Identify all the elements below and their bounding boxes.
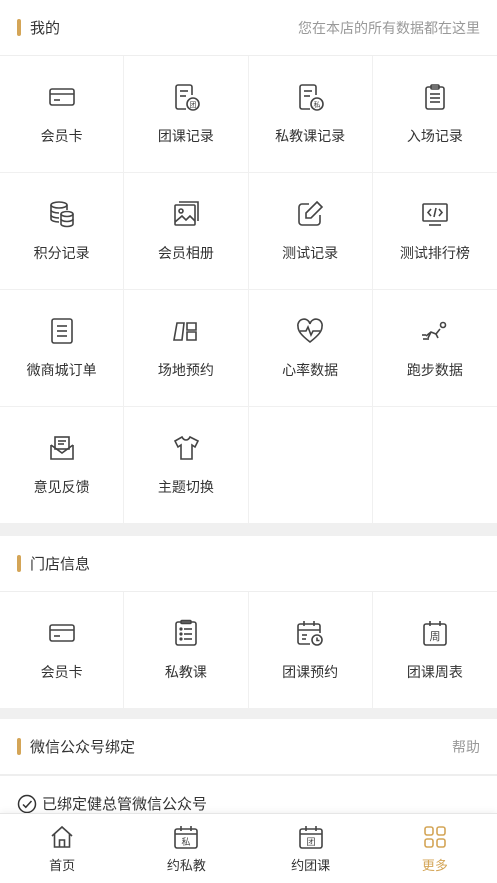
grid-item-label: 会员卡 xyxy=(40,665,83,681)
grid-item-test-record[interactable]: 测试记录 xyxy=(248,173,373,290)
grid-item-theme-switch[interactable]: 主题切换 xyxy=(124,407,249,524)
grid-item-label: 积分记录 xyxy=(33,246,90,262)
code-screen-icon xyxy=(422,203,448,226)
grid-icon xyxy=(424,825,446,848)
grid-item-label: 会员卡 xyxy=(40,129,83,145)
grid-item-label: 团课预约 xyxy=(282,665,339,681)
icon-glyph: 团 xyxy=(306,837,315,848)
accent-bar xyxy=(17,19,21,36)
grid-item-running-data[interactable]: 跑步数据 xyxy=(372,290,497,407)
grid-item-label: 团课记录 xyxy=(157,129,214,145)
grid-item-mall-order[interactable]: 微商城订单 xyxy=(0,290,125,407)
store-header: 门店信息 xyxy=(0,536,497,592)
card-icon xyxy=(48,624,75,642)
grid-item-member-album[interactable]: 会员相册 xyxy=(124,173,249,290)
store-title: 门店信息 xyxy=(17,553,90,574)
icon-glyph: 私 xyxy=(314,100,321,109)
grid-item-private-class[interactable]: 私教课 xyxy=(124,592,249,709)
wechat-bind-status: 已绑定健总管微信公众号 xyxy=(0,775,497,813)
section-divider xyxy=(0,709,497,719)
mine-title: 我的 xyxy=(17,17,60,38)
grid-item-label: 心率数据 xyxy=(282,363,339,379)
mine-title-text: 我的 xyxy=(30,19,61,37)
private-class-record-icon: 私 xyxy=(299,84,324,111)
tab-label: 约私教 xyxy=(166,858,206,874)
grid-item-store-member-card[interactable]: 会员卡 xyxy=(0,592,125,709)
grid-item-label: 跑步数据 xyxy=(406,363,463,379)
tab-group[interactable]: 团 约团课 xyxy=(249,814,373,883)
calendar-clock-icon xyxy=(297,621,323,646)
store-title-text: 门店信息 xyxy=(30,555,91,573)
mine-note: 您在本店的所有数据都在这里 xyxy=(298,20,480,37)
heart-rate-icon xyxy=(297,318,324,344)
home-icon xyxy=(51,825,73,848)
tab-more[interactable]: 更多 xyxy=(373,814,497,883)
order-document-icon xyxy=(50,318,73,344)
private-calendar-icon: 私 xyxy=(174,825,199,849)
feedback-mail-icon xyxy=(49,436,74,460)
tshirt-icon xyxy=(173,435,199,460)
grid-item-label: 私教课 xyxy=(164,665,207,681)
coins-icon xyxy=(49,201,74,228)
icon-glyph: 团 xyxy=(189,101,196,109)
empty-cell xyxy=(248,407,373,524)
accent-bar xyxy=(17,738,21,755)
wechat-header: 微信公众号绑定 帮助 xyxy=(0,719,497,775)
card-icon xyxy=(48,88,75,106)
grid-item-label: 测试排行榜 xyxy=(399,246,470,262)
grid-item-test-leaderboard[interactable]: 测试排行榜 xyxy=(372,173,497,290)
mine-section: 我的 您在本店的所有数据都在这里 会员卡 团 团课记录 私 私教课记录 入场记录… xyxy=(0,0,497,524)
tab-home[interactable]: 首页 xyxy=(0,814,124,883)
weekly-calendar-icon: 周 xyxy=(423,621,447,646)
icon-glyph: 周 xyxy=(429,630,440,643)
grid-item-label: 微商城订单 xyxy=(26,363,97,379)
clipboard-icon xyxy=(425,84,445,110)
grid-item-label: 入场记录 xyxy=(406,129,463,145)
bottom-tab-bar: 首页 私 约私教 团 约团课 更多 xyxy=(0,813,497,883)
mine-header: 我的 您在本店的所有数据都在这里 xyxy=(0,0,497,56)
grid-item-member-card[interactable]: 会员卡 xyxy=(0,56,125,173)
store-grid: 会员卡 私教课 团课预约 周 团课周表 xyxy=(0,592,497,709)
grid-item-label: 团课周表 xyxy=(406,665,463,681)
grid-item-venue-booking[interactable]: 场地预约 xyxy=(124,290,249,407)
tab-private[interactable]: 私 约私教 xyxy=(124,814,248,883)
grid-item-points-record[interactable]: 积分记录 xyxy=(0,173,125,290)
group-calendar-icon: 团 xyxy=(298,825,323,849)
content-scroll[interactable]: 我的 您在本店的所有数据都在这里 会员卡 团 团课记录 私 私教课记录 入场记录… xyxy=(0,0,497,813)
tab-label: 更多 xyxy=(421,858,448,874)
grid-item-label: 意见反馈 xyxy=(33,480,90,496)
grid-item-label: 场地预约 xyxy=(157,363,214,379)
wechat-title-text: 微信公众号绑定 xyxy=(30,738,136,756)
empty-cell xyxy=(372,407,497,524)
grid-item-group-class-record[interactable]: 团 团课记录 xyxy=(124,56,249,173)
grid-item-heart-rate[interactable]: 心率数据 xyxy=(248,290,373,407)
photo-album-icon xyxy=(174,201,199,226)
mine-grid: 会员卡 团 团课记录 私 私教课记录 入场记录 积分记录 会员相册 测试记录 测… xyxy=(0,56,497,524)
grid-item-label: 私教课记录 xyxy=(275,129,346,145)
edit-icon xyxy=(298,200,324,226)
icon-glyph: 私 xyxy=(182,837,191,848)
wechat-status-text: 已绑定健总管微信公众号 xyxy=(42,795,208,813)
group-class-record-icon: 团 xyxy=(175,84,200,111)
tab-label: 约团课 xyxy=(291,858,331,874)
store-section: 门店信息 会员卡 私教课 团课预约 周 团课周表 xyxy=(0,536,497,709)
grid-item-label: 会员相册 xyxy=(157,246,214,262)
help-link[interactable]: 帮助 xyxy=(452,737,480,757)
grid-item-feedback[interactable]: 意见反馈 xyxy=(0,407,125,524)
section-divider xyxy=(0,524,497,536)
grid-item-weekly-schedule[interactable]: 周 团课周表 xyxy=(372,592,497,709)
check-circle-icon xyxy=(17,794,37,813)
wechat-title: 微信公众号绑定 xyxy=(17,736,135,757)
accent-bar xyxy=(17,555,21,572)
grid-item-private-class-record[interactable]: 私 私教课记录 xyxy=(248,56,373,173)
wechat-section: 微信公众号绑定 帮助 已绑定健总管微信公众号 xyxy=(0,719,497,813)
tab-label: 首页 xyxy=(49,858,76,874)
grid-item-label: 主题切换 xyxy=(157,480,214,496)
running-icon xyxy=(421,321,447,340)
grid-item-group-booking[interactable]: 团课预约 xyxy=(248,592,373,709)
venue-icon xyxy=(172,322,197,341)
grid-item-label: 测试记录 xyxy=(282,246,339,262)
grid-item-entry-record[interactable]: 入场记录 xyxy=(372,56,497,173)
list-icon xyxy=(175,619,197,646)
